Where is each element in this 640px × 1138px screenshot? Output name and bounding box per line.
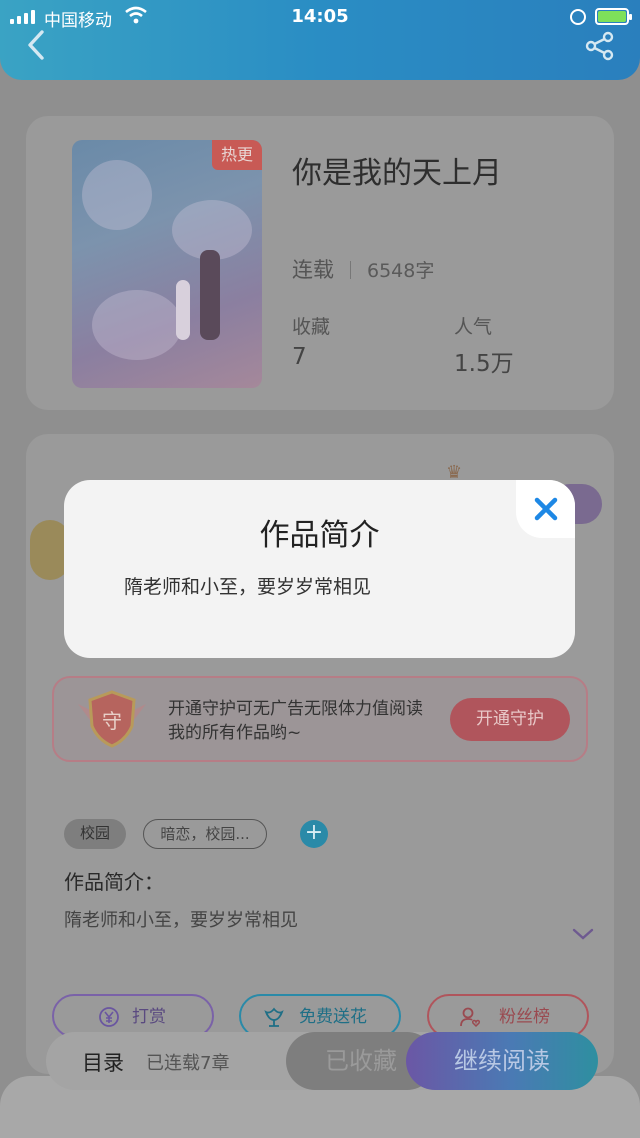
book-cover[interactable]: 热更 [72, 140, 262, 388]
clock: 14:05 [291, 6, 349, 27]
close-icon [534, 497, 558, 521]
chevron-down-icon[interactable] [570, 926, 596, 942]
status-bar: 中国移动 14:05 [0, 0, 640, 34]
hot-update-badge: 热更 [212, 140, 262, 170]
guard-text: 开通守护可无广告无限体力值阅读我的所有作品哟~ [168, 699, 423, 743]
continue-reading-button[interactable]: 继续阅读 [406, 1032, 598, 1090]
serial-status: 连载 [292, 258, 334, 282]
modal-text: 隋老师和小至，要岁岁常相见 [124, 576, 372, 598]
guard-shield-icon: 守 [78, 690, 146, 748]
word-count: 6548字 [367, 260, 435, 282]
battery-icon [595, 8, 632, 25]
favorites-label: 收藏 [292, 316, 331, 338]
popularity-count: 1.5万 [454, 351, 514, 377]
share-icon[interactable] [584, 30, 616, 62]
fan-user-icon [460, 1007, 481, 1028]
rotation-lock-icon [570, 9, 586, 25]
modal-close-button[interactable] [516, 480, 575, 538]
modal-title: 作品简介 [259, 518, 380, 553]
popularity-label: 人气 [454, 316, 493, 338]
directory-button[interactable]: 目录 [82, 1047, 124, 1077]
add-tag-button[interactable]: + [300, 820, 328, 848]
favorites-count: 7 [292, 344, 307, 370]
guard-shield-char: 守 [102, 709, 122, 733]
chapter-count: 已连载7章 [146, 1053, 230, 1074]
book-title: 你是我的天上月 [292, 156, 502, 191]
back-arrow-icon[interactable] [22, 28, 52, 62]
tag-chip-campus[interactable]: 校园 [64, 819, 126, 849]
intro-heading: 作品简介： [64, 870, 164, 894]
book-status-line: 连载 6548字 [292, 254, 434, 284]
intro-modal: 作品简介 隋老师和小至，要岁岁常相见 [64, 480, 575, 658]
flower-icon [264, 1007, 284, 1027]
tag-chip-more[interactable]: 暗恋，校园... [143, 819, 267, 849]
divider [350, 261, 351, 279]
open-guard-button[interactable]: 开通守护 [450, 698, 570, 741]
intro-text: 隋老师和小至，要岁岁常相见 [64, 910, 298, 931]
yen-coin-icon [99, 1007, 119, 1027]
